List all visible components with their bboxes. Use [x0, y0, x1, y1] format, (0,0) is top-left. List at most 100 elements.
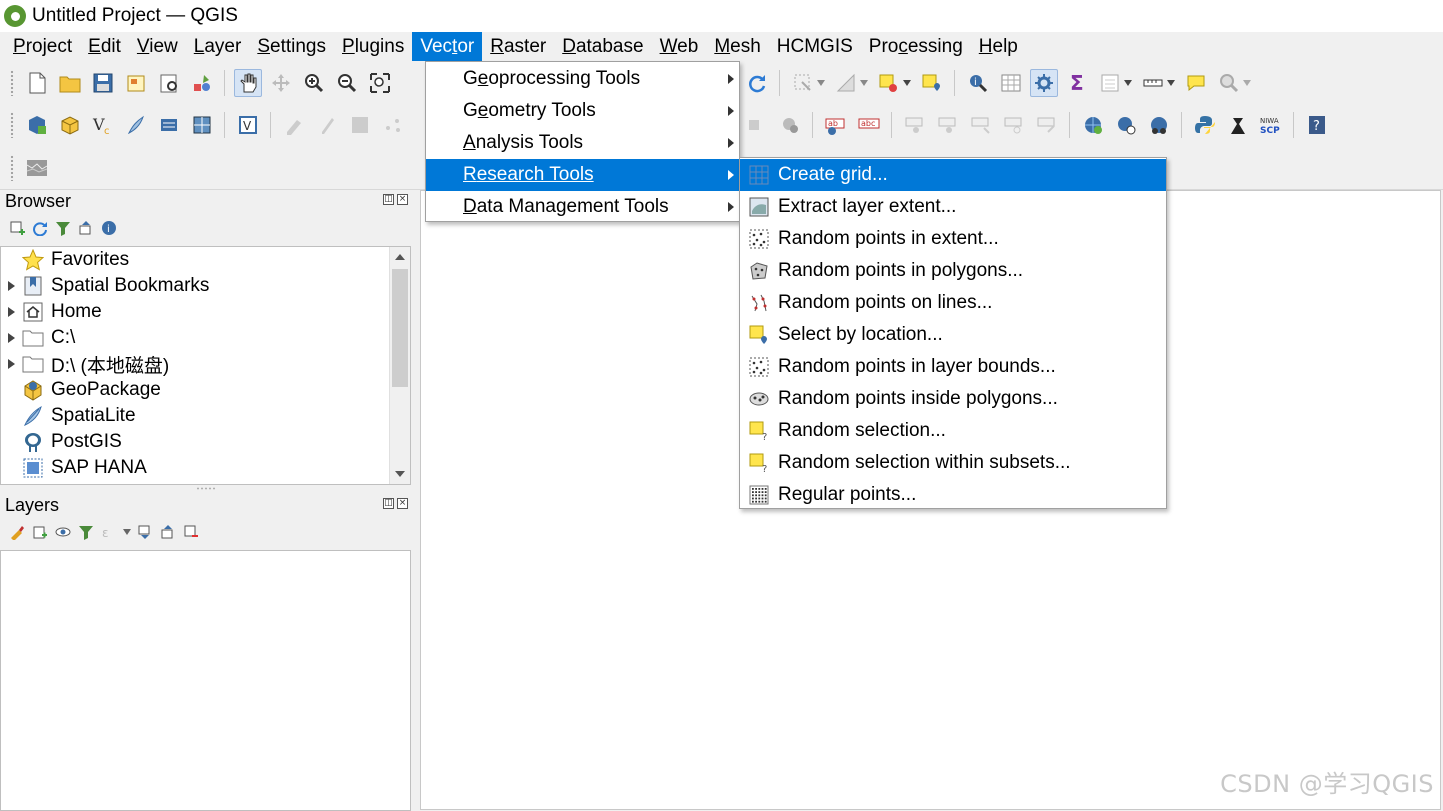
- browser-item-geopackage[interactable]: GeoPackage: [1, 377, 161, 403]
- new-temporary-layer-icon[interactable]: [188, 111, 216, 139]
- vector-menu-item[interactable]: Research Tools: [426, 159, 739, 191]
- vector-menu-item[interactable]: Data Management Tools: [426, 191, 739, 223]
- menu-plugins[interactable]: Plugins: [334, 32, 412, 61]
- layer-labeling-icon[interactable]: ab: [822, 111, 850, 139]
- browser-item-d[interactable]: D:\ (本地磁盘): [1, 351, 169, 377]
- identify-features-icon[interactable]: i: [964, 69, 992, 97]
- help-contents-icon[interactable]: ?: [1303, 111, 1331, 139]
- zoom-full-icon[interactable]: [366, 69, 394, 97]
- openlayers-plugin-icon[interactable]: [1145, 111, 1173, 139]
- scp-plugin-icon[interactable]: NIWA SCP: [1257, 111, 1285, 139]
- filter-icon[interactable]: [54, 219, 72, 237]
- research-tools-item-random-selection[interactable]: ? Random selection...: [740, 415, 1166, 447]
- research-tools-item-random-points-in-layer-bounds[interactable]: Random points in layer bounds...: [740, 351, 1166, 383]
- browser-item-postgis[interactable]: PostGIS: [1, 429, 122, 455]
- add-group-icon[interactable]: [31, 523, 49, 541]
- manage-visibility-icon[interactable]: [54, 523, 72, 541]
- menu-raster[interactable]: Raster: [482, 32, 554, 61]
- expand-arrow-icon[interactable]: [1, 299, 21, 325]
- toggle-editing-icon[interactable]: [313, 111, 341, 139]
- new-geopackage-layer-icon[interactable]: [56, 111, 84, 139]
- toolbar-grip[interactable]: [10, 154, 14, 181]
- research-tools-item-random-points-in-polygons[interactable]: Random points in polygons...: [740, 255, 1166, 287]
- map-tips-icon[interactable]: [1182, 69, 1210, 97]
- attribute-table-icon[interactable]: [997, 69, 1025, 97]
- collapse-all-icon[interactable]: [77, 219, 95, 237]
- menu-help[interactable]: Help: [971, 32, 1026, 61]
- current-edits-icon[interactable]: [280, 111, 308, 139]
- new-print-layout-icon[interactable]: [122, 69, 150, 97]
- chevron-down-icon[interactable]: [817, 80, 825, 86]
- refresh-icon[interactable]: [743, 69, 771, 97]
- menu-processing[interactable]: Processing: [861, 32, 971, 61]
- deselect-features-icon[interactable]: [875, 69, 903, 97]
- browser-item-c[interactable]: C:\: [1, 325, 75, 351]
- research-tools-item-random-points-on-lines[interactable]: Random points on lines...: [740, 287, 1166, 319]
- close-icon[interactable]: ×: [397, 194, 408, 205]
- research-tools-item-select-by-location[interactable]: Select by location...: [740, 319, 1166, 351]
- measure-line-icon[interactable]: [1139, 69, 1167, 97]
- save-layer-edits-icon[interactable]: [346, 111, 374, 139]
- data-source-manager-icon[interactable]: [23, 111, 51, 139]
- chevron-down-icon[interactable]: [903, 80, 911, 86]
- float-panel-icon[interactable]: ◫: [383, 194, 394, 205]
- vector-menu-item[interactable]: Geometry Tools: [426, 95, 739, 127]
- georeferencer-icon[interactable]: V: [234, 111, 262, 139]
- browser-scrollbar[interactable]: [389, 247, 410, 484]
- browser-item-favorites[interactable]: Favorites: [1, 247, 129, 273]
- new-shapefile-layer-icon[interactable]: Vc: [89, 111, 117, 139]
- browser-item-home[interactable]: Home: [1, 299, 102, 325]
- toolbar-grip[interactable]: [10, 112, 14, 138]
- vector-menu-item[interactable]: Geoprocessing Tools: [426, 63, 739, 95]
- vector-menu-item[interactable]: Analysis Tools: [426, 127, 739, 159]
- filter-legend-icon[interactable]: [77, 523, 95, 541]
- menu-layer[interactable]: Layer: [186, 32, 250, 61]
- python-console-icon[interactable]: [1191, 111, 1219, 139]
- collapse-all-icon[interactable]: [159, 523, 177, 541]
- chevron-down-icon[interactable]: [123, 529, 131, 535]
- vertex-tool-icon[interactable]: [743, 111, 771, 139]
- hide-labels-icon[interactable]: [934, 111, 962, 139]
- layer-diagram-icon[interactable]: abc: [855, 111, 883, 139]
- refresh-icon[interactable]: [31, 219, 49, 237]
- change-label-icon[interactable]: [1033, 111, 1061, 139]
- move-label-icon[interactable]: [967, 111, 995, 139]
- menu-database[interactable]: Database: [554, 32, 651, 61]
- scroll-up-icon[interactable]: [390, 247, 410, 267]
- info-icon[interactable]: i: [100, 219, 118, 237]
- locator-search-icon[interactable]: [1215, 69, 1243, 97]
- research-tools-item-random-points-in-extent[interactable]: Random points in extent...: [740, 223, 1166, 255]
- research-tools-item-extract-layer-extent[interactable]: Extract layer extent...: [740, 191, 1166, 223]
- save-project-icon[interactable]: [89, 69, 117, 97]
- expand-arrow-icon[interactable]: [1, 351, 21, 377]
- panel-splitter[interactable]: [196, 487, 216, 490]
- toolbar-grip[interactable]: [10, 70, 14, 96]
- browser-item-spatial-bookmarks[interactable]: Spatial Bookmarks: [1, 273, 209, 299]
- research-tools-item-create-grid[interactable]: Create grid...: [740, 159, 1166, 191]
- show-labels-icon[interactable]: [901, 111, 929, 139]
- browser-item-sap-hana[interactable]: SAP HANA: [1, 455, 147, 481]
- chevron-down-icon[interactable]: [1243, 80, 1251, 86]
- menu-web[interactable]: Web: [652, 32, 707, 61]
- layout-manager-icon[interactable]: [155, 69, 183, 97]
- scroll-down-icon[interactable]: [390, 464, 410, 484]
- menu-project[interactable]: Project: [5, 32, 80, 61]
- menu-vector[interactable]: Vector: [412, 32, 483, 61]
- style-manager-icon[interactable]: [188, 69, 216, 97]
- new-virtual-layer-icon[interactable]: [155, 111, 183, 139]
- filter-by-expression-icon[interactable]: ε: [100, 523, 118, 541]
- research-tools-item-random-points-inside-polygons[interactable]: Random points inside polygons...: [740, 383, 1166, 415]
- pan-map-icon[interactable]: [233, 69, 262, 97]
- add-selected-layers-icon[interactable]: [8, 219, 26, 237]
- zoom-out-icon[interactable]: [333, 69, 361, 97]
- expand-all-icon[interactable]: [136, 523, 154, 541]
- chevron-down-icon[interactable]: [1167, 80, 1175, 86]
- select-by-value-icon[interactable]: [832, 69, 860, 97]
- float-panel-icon[interactable]: ◫: [383, 498, 394, 509]
- style-layer-icon[interactable]: [8, 523, 26, 541]
- new-spatialite-layer-icon[interactable]: [122, 111, 150, 139]
- otb-plugin-icon[interactable]: [1224, 111, 1252, 139]
- research-tools-item-regular-points[interactable]: Regular points...: [740, 479, 1166, 511]
- menu-settings[interactable]: Settings: [249, 32, 334, 61]
- search-qms-icon[interactable]: [1112, 111, 1140, 139]
